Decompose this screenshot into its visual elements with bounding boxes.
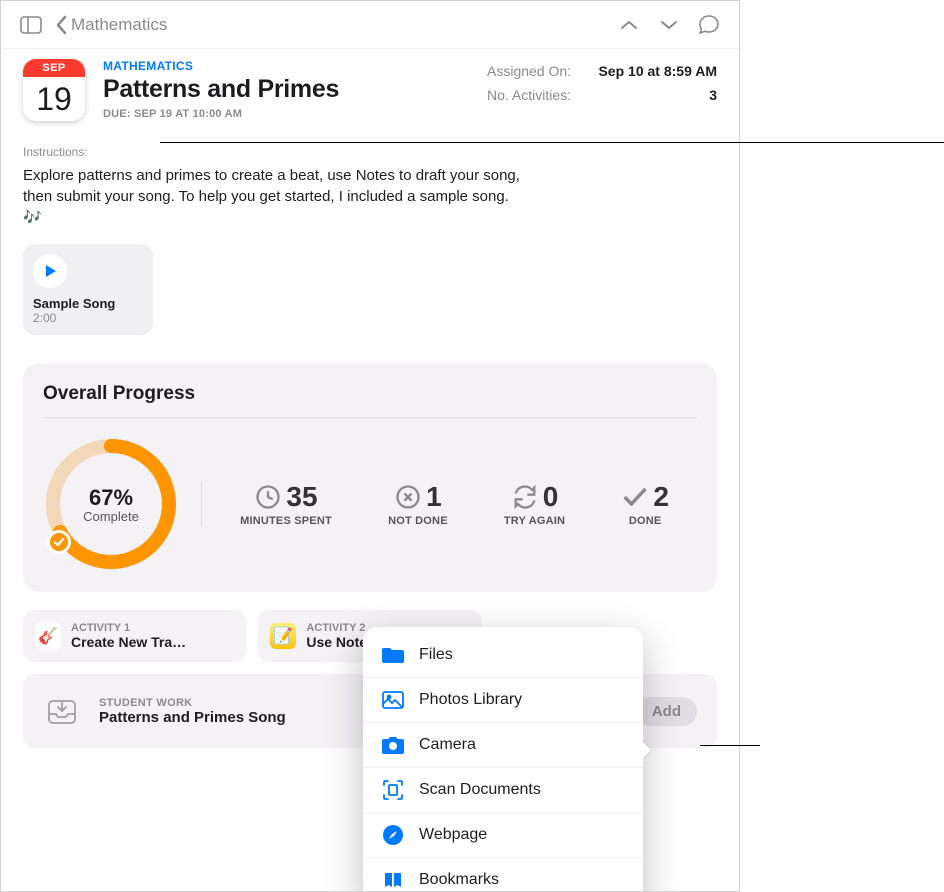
play-icon — [43, 264, 57, 278]
stat-done-value: 2 — [653, 481, 669, 513]
popover-item-label: Camera — [419, 736, 476, 754]
stat-done-label: DONE — [621, 515, 669, 527]
progress-card: Overall Progress 67% Complete — [23, 363, 717, 592]
x-circle-icon — [394, 483, 422, 511]
back-button[interactable]: Mathematics — [55, 15, 167, 35]
sidebar-toggle-button[interactable] — [15, 9, 47, 41]
num-activities-label: No. Activities: — [487, 87, 571, 103]
next-button[interactable] — [653, 9, 685, 41]
bookmark-icon — [381, 868, 405, 892]
assigned-on-label: Assigned On: — [487, 63, 571, 79]
retry-icon — [511, 483, 539, 511]
attachment-duration: 2:00 — [33, 311, 143, 325]
toolbar: Mathematics — [1, 1, 739, 49]
meta-block: Assigned On: Sep 10 at 8:59 AM No. Activ… — [487, 59, 717, 121]
stat-tryagain: 0 TRY AGAIN — [504, 481, 565, 527]
subject-label: MATHEMATICS — [103, 59, 469, 73]
clock-icon — [254, 483, 282, 511]
sample-song-attachment[interactable]: Sample Song 2:00 — [23, 244, 153, 335]
play-button[interactable] — [33, 254, 67, 288]
popover-item-label: Files — [419, 646, 453, 664]
folder-icon — [381, 643, 405, 667]
activity-num: ACTIVITY 1 — [71, 622, 186, 634]
photos-icon — [381, 688, 405, 712]
popover-photos[interactable]: Photos Library — [363, 678, 643, 723]
check-icon — [53, 536, 65, 548]
popover-webpage[interactable]: Webpage — [363, 813, 643, 858]
num-activities-value: 3 — [709, 87, 717, 103]
safari-icon — [381, 823, 405, 847]
prev-button[interactable] — [613, 9, 645, 41]
stats-row: 35 MINUTES SPENT 1 NOT DONE 0 — [201, 481, 697, 527]
stat-tryagain-label: TRY AGAIN — [504, 515, 565, 527]
activity-1[interactable]: 🎸 ACTIVITY 1 Create New Tra… — [23, 610, 246, 662]
download-tray-icon — [43, 692, 81, 730]
add-button[interactable]: Add — [636, 697, 697, 726]
stat-minutes-value: 35 — [286, 481, 317, 513]
stat-done: 2 DONE — [621, 481, 669, 527]
checkmark-icon — [621, 483, 649, 511]
popover-files[interactable]: Files — [363, 633, 643, 678]
notes-icon: 📝 — [270, 623, 296, 649]
popover-item-label: Photos Library — [419, 691, 522, 709]
app-window: Mathematics SEP 19 MATHEMATICS Patterns … — [0, 0, 740, 892]
instructions-text: Explore patterns and primes to create a … — [23, 165, 523, 228]
progress-percent: 67% — [89, 485, 133, 511]
attachment-name: Sample Song — [33, 296, 143, 311]
comment-button[interactable] — [693, 9, 725, 41]
scan-icon — [381, 778, 405, 802]
stat-minutes-label: MINUTES SPENT — [240, 515, 332, 527]
back-label: Mathematics — [71, 15, 167, 35]
chevron-up-icon — [619, 19, 639, 31]
activity-name: Create New Tra… — [71, 634, 186, 650]
progress-complete-label: Complete — [83, 509, 139, 524]
stat-tryagain-value: 0 — [543, 481, 559, 513]
progress-check-badge — [47, 530, 71, 554]
popover-camera[interactable]: Camera — [363, 723, 643, 768]
stat-minutes: 35 MINUTES SPENT — [240, 481, 332, 527]
popover-item-label: Bookmarks — [419, 871, 499, 889]
progress-title: Overall Progress — [43, 383, 697, 418]
page-title: Patterns and Primes — [103, 75, 469, 104]
callout-line-add — [700, 745, 760, 746]
instructions-section: Instructions: Explore patterns and prime… — [1, 135, 739, 345]
popover-bookmarks[interactable]: Bookmarks — [363, 858, 643, 892]
popover-item-label: Scan Documents — [419, 781, 541, 799]
assignment-header: SEP 19 MATHEMATICS Patterns and Primes D… — [1, 49, 739, 129]
calendar-month: SEP — [23, 59, 85, 77]
calendar-icon: SEP 19 — [23, 59, 85, 121]
assigned-on-value: Sep 10 at 8:59 AM — [598, 63, 717, 79]
progress-donut: 67% Complete — [43, 436, 179, 572]
chevron-left-icon — [55, 15, 67, 35]
callout-line-top — [160, 142, 944, 143]
due-date: DUE: SEP 19 AT 10:00 AM — [103, 108, 469, 120]
camera-icon — [381, 733, 405, 757]
speech-bubble-icon — [697, 14, 721, 36]
popover-scan[interactable]: Scan Documents — [363, 768, 643, 813]
chevron-down-icon — [659, 19, 679, 31]
garageband-icon: 🎸 — [35, 623, 61, 649]
popover-item-label: Webpage — [419, 826, 487, 844]
sidebar-icon — [20, 16, 42, 34]
add-source-popover: Files Photos Library Camera Scan Documen… — [363, 627, 643, 892]
calendar-day: 19 — [23, 77, 85, 121]
instructions-label: Instructions: — [23, 145, 717, 159]
stat-notdone: 1 NOT DONE — [388, 481, 448, 527]
stat-notdone-value: 1 — [426, 481, 442, 513]
stat-notdone-label: NOT DONE — [388, 515, 448, 527]
